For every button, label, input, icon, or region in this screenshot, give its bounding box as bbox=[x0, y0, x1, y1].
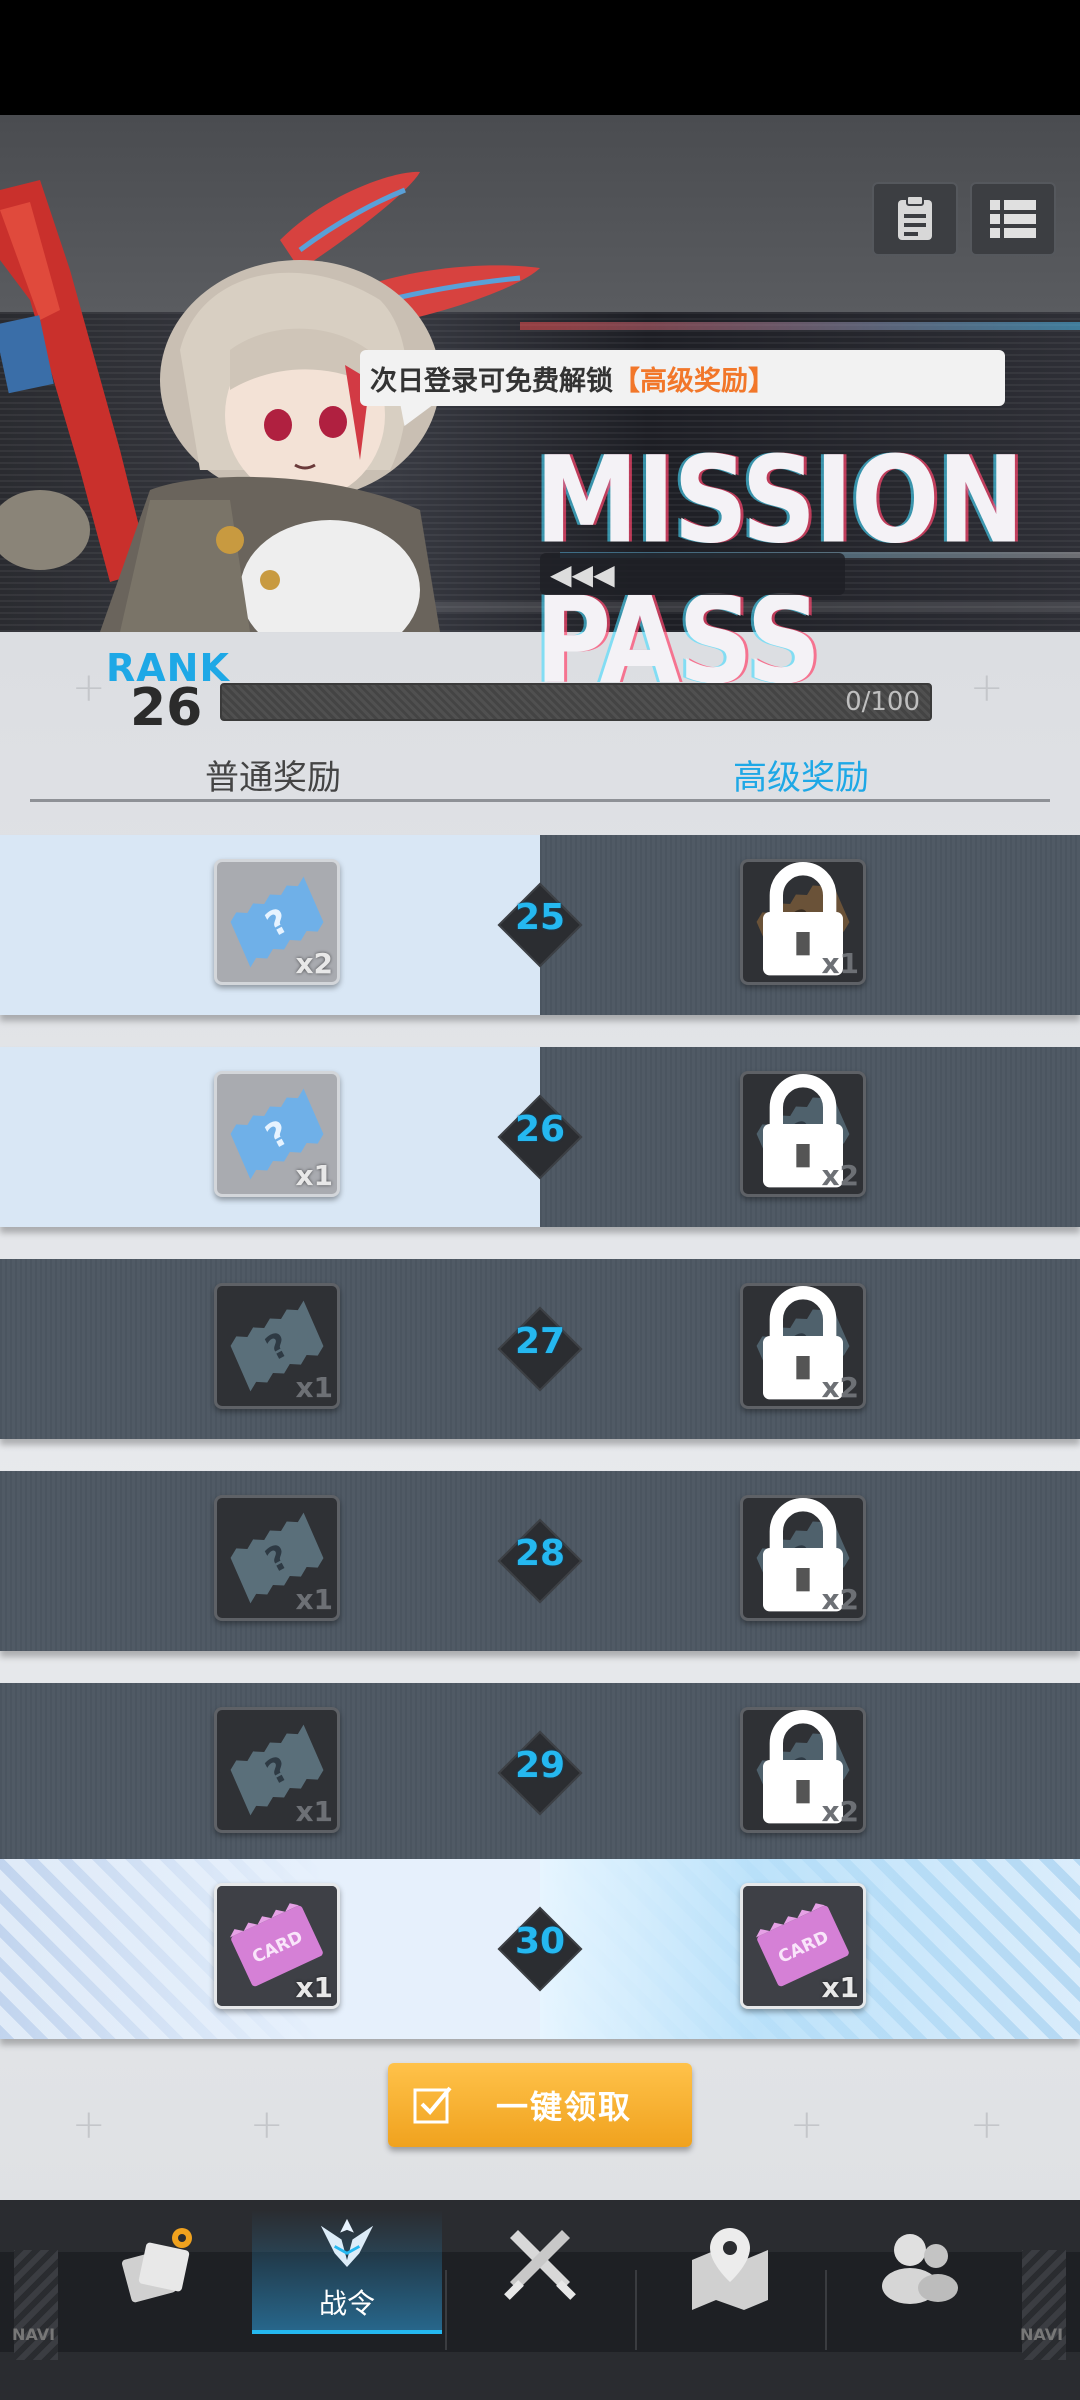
rewind-bar[interactable]: ◀◀◀ bbox=[540, 553, 845, 595]
normal-reward-item[interactable]: ? x1 bbox=[214, 1495, 340, 1621]
nav-tasks[interactable] bbox=[65, 2210, 255, 2380]
decor-plus: + bbox=[970, 2102, 1004, 2148]
normal-reward-item[interactable]: ? x2 bbox=[214, 859, 340, 985]
decor-plus: + bbox=[72, 665, 106, 711]
reward-quantity: x1 bbox=[295, 1971, 333, 2004]
checkbox-icon bbox=[413, 2086, 452, 2124]
reward-quantity: x2 bbox=[821, 1159, 859, 1192]
nav-social[interactable] bbox=[825, 2210, 1015, 2380]
nav-map[interactable] bbox=[635, 2210, 825, 2380]
reward-quantity: x2 bbox=[821, 1795, 859, 1828]
reward-row: ? x2 ? x1 25 bbox=[0, 835, 1080, 1015]
unlock-notice: 次日登录可免费解锁 【高级奖励】 bbox=[360, 350, 1005, 406]
level-number: 29 bbox=[514, 1745, 566, 1786]
reward-row: ? x1 ? x2 27 bbox=[0, 1259, 1080, 1439]
navi-left-label: NAVI bbox=[12, 2325, 56, 2344]
normal-rewards-header: 普通奖励 bbox=[205, 758, 341, 798]
decor-plus: + bbox=[72, 2102, 106, 2148]
normal-reward-item[interactable]: CARD x1 bbox=[214, 1883, 340, 2009]
reward-row: ? x1 ? x2 26 bbox=[0, 1047, 1080, 1227]
premium-reward-item[interactable]: ? x2 bbox=[740, 1495, 866, 1621]
rewind-icon: ◀◀◀ bbox=[550, 557, 615, 591]
decor-plus: + bbox=[250, 2102, 284, 2148]
crown-wings-icon bbox=[320, 2218, 374, 2267]
level-number: 30 bbox=[514, 1921, 566, 1962]
reward-quantity: x1 bbox=[295, 1159, 333, 1192]
people-icon bbox=[882, 2234, 958, 2304]
premium-reward-item[interactable]: ? x2 bbox=[740, 1071, 866, 1197]
normal-reward-item[interactable]: ? x1 bbox=[214, 1283, 340, 1409]
decor-plus: + bbox=[790, 2102, 824, 2148]
premium-reward-item[interactable]: CARD x1 bbox=[740, 1883, 866, 2009]
reward-quantity: x2 bbox=[821, 1583, 859, 1616]
level-number: 26 bbox=[514, 1109, 566, 1150]
reward-quantity: x1 bbox=[295, 1583, 333, 1616]
claim-all-button[interactable]: 一键领取 bbox=[388, 2063, 692, 2147]
nav-battle-pass[interactable]: 战令 bbox=[252, 2210, 442, 2334]
rank-value: 26 bbox=[130, 678, 203, 738]
premium-reward-item[interactable]: ? x1 bbox=[740, 859, 866, 985]
rank-progress-bar: 0/100 bbox=[220, 683, 932, 721]
reward-row: ? x1 ? x2 28 bbox=[0, 1471, 1080, 1651]
progress-text: 0/100 bbox=[845, 687, 920, 717]
reward-quantity: x1 bbox=[821, 1971, 859, 2004]
reward-quantity: x2 bbox=[821, 1371, 859, 1404]
status-bar bbox=[0, 0, 1080, 115]
task-list-button[interactable] bbox=[872, 182, 958, 256]
notice-highlight: 【高级奖励】 bbox=[613, 365, 775, 397]
crossed-swords-icon bbox=[504, 2230, 576, 2300]
list-icon bbox=[990, 200, 1036, 238]
level-number: 25 bbox=[514, 897, 566, 938]
cards-notification-icon bbox=[121, 2228, 192, 2303]
notice-text: 次日登录可免费解锁 bbox=[370, 365, 613, 397]
menu-list-button[interactable] bbox=[970, 182, 1056, 256]
reward-quantity: x2 bbox=[295, 947, 333, 980]
navi-right-label: NAVI bbox=[1020, 2325, 1064, 2344]
premium-reward-item[interactable]: ? x2 bbox=[740, 1707, 866, 1833]
clipboard-icon bbox=[898, 195, 932, 240]
reward-quantity: x1 bbox=[295, 1371, 333, 1404]
map-pin-icon bbox=[692, 2228, 768, 2310]
premium-reward-item[interactable]: ? x2 bbox=[740, 1283, 866, 1409]
reward-row: ? x1 ? x2 29 bbox=[0, 1683, 1080, 1863]
level-number: 27 bbox=[514, 1321, 566, 1362]
reward-quantity: x1 bbox=[295, 1795, 333, 1828]
normal-reward-item[interactable]: ? x1 bbox=[214, 1071, 340, 1197]
reward-quantity: x1 bbox=[821, 947, 859, 980]
nav-battle-pass-label: 战令 bbox=[318, 2287, 375, 2320]
premium-rewards-header: 高级奖励 bbox=[733, 758, 869, 798]
normal-reward-item[interactable]: ? x1 bbox=[214, 1707, 340, 1833]
level-number: 28 bbox=[514, 1533, 566, 1574]
nav-combat[interactable] bbox=[445, 2210, 635, 2380]
reward-row: CARD x1 CARD x1 30 bbox=[0, 1859, 1080, 2039]
claim-all-label: 一键领取 bbox=[496, 2088, 633, 2126]
header-divider bbox=[30, 799, 1050, 802]
